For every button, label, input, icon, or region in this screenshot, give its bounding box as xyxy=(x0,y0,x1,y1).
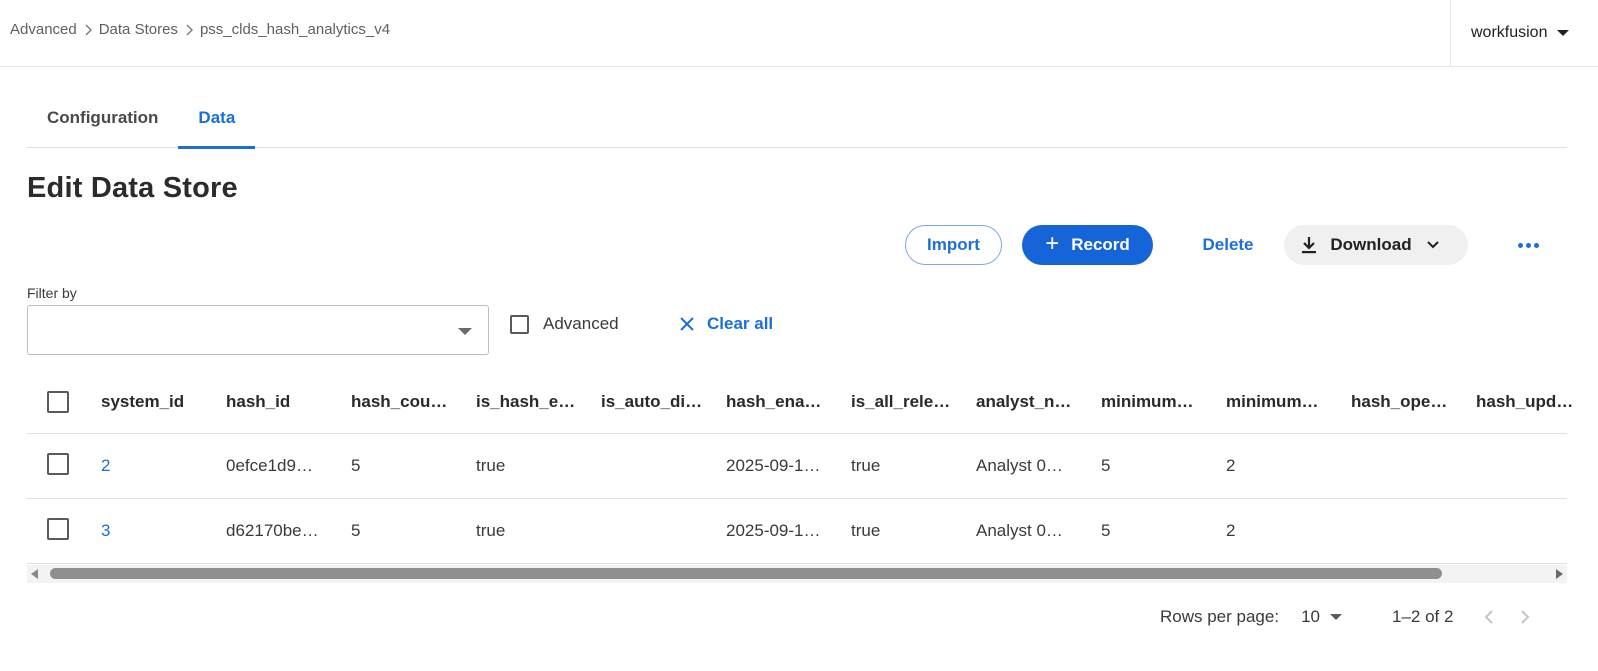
row-checkbox[interactable] xyxy=(27,517,101,545)
tab-data[interactable]: Data xyxy=(178,88,256,149)
filter-select[interactable] xyxy=(27,305,489,355)
column-header[interactable]: is_all_rele… xyxy=(851,370,976,434)
account-menu[interactable]: workfusion xyxy=(1450,0,1598,66)
top-bar: Advanced Data Stores pss_clds_hash_analy… xyxy=(0,0,1598,67)
rows-per-page-label: Rows per page: xyxy=(1160,607,1280,626)
table-cell: 5 xyxy=(1101,456,1111,475)
table-cell-link[interactable]: 3 xyxy=(101,521,226,541)
advanced-checkbox[interactable]: Advanced xyxy=(510,314,619,334)
checkbox-icon xyxy=(47,452,69,475)
table-cell: 5 xyxy=(1101,521,1111,540)
checkbox-icon xyxy=(47,390,69,413)
download-icon xyxy=(1302,237,1317,254)
table-row: 3 d62170be… 5 true 2025-09-1… true Analy… xyxy=(27,499,1567,564)
table-cell: 2025-09-1… xyxy=(726,521,821,540)
scroll-left-arrow-icon[interactable] xyxy=(31,569,38,579)
next-page-button[interactable] xyxy=(1519,609,1531,625)
table-cell: 0efce1d9… xyxy=(226,456,313,475)
table-cell-link[interactable]: 2 xyxy=(101,456,226,476)
table-cell: Analyst 0… xyxy=(976,456,1063,475)
column-header[interactable]: hash_cou… xyxy=(351,370,476,434)
table-cell: true xyxy=(851,456,881,475)
delete-button-label: Delete xyxy=(1202,235,1254,254)
select-all-checkbox[interactable] xyxy=(27,370,101,434)
table-cell: true xyxy=(476,456,506,475)
caret-down-icon xyxy=(1557,30,1570,36)
rows-per-page-value: 10 xyxy=(1301,607,1320,626)
scroll-right-arrow-icon[interactable] xyxy=(1556,569,1563,579)
column-header[interactable]: analyst_n… xyxy=(976,370,1101,434)
table-cell: 2 xyxy=(1226,456,1236,475)
plus-icon: + xyxy=(1045,230,1060,257)
table-row: 2 0efce1d9… 5 true 2025-09-1… true Analy… xyxy=(27,434,1567,499)
table-cell: Analyst 0… xyxy=(976,521,1063,540)
page-range: 1–2 of 2 xyxy=(1392,607,1454,626)
chevron-right-icon xyxy=(178,24,200,36)
caret-down-icon xyxy=(458,328,472,335)
table-cell: 5 xyxy=(351,521,361,540)
tab-configuration[interactable]: Configuration xyxy=(27,88,178,148)
page-title: Edit Data Store xyxy=(27,172,238,204)
account-name: workfusion xyxy=(1471,24,1548,41)
chevron-right-icon xyxy=(1521,610,1530,624)
column-header[interactable]: hash_id xyxy=(226,370,351,434)
table-cell: true xyxy=(476,521,506,540)
previous-page-button[interactable] xyxy=(1483,609,1495,625)
column-header[interactable]: minimum… xyxy=(1101,370,1226,434)
column-header[interactable]: minimum… xyxy=(1226,370,1351,434)
row-checkbox[interactable] xyxy=(27,452,101,480)
column-header[interactable]: system_id xyxy=(101,370,226,434)
table-header-row: system_id hash_id hash_cou… is_hash_e… i… xyxy=(27,370,1573,434)
chevron-left-icon xyxy=(1485,610,1494,624)
download-button[interactable]: Download xyxy=(1284,225,1468,265)
column-header[interactable]: hash_ope… xyxy=(1351,370,1476,434)
clear-all-button[interactable]: Clear all xyxy=(679,314,773,334)
checkbox-icon xyxy=(510,314,529,334)
table-cell: 2025-09-1… xyxy=(726,456,821,475)
checkbox-icon xyxy=(47,517,69,540)
breadcrumb-item-current: pss_clds_hash_analytics_v4 xyxy=(199,21,391,38)
delete-button[interactable]: Delete xyxy=(1180,225,1276,265)
download-button-label: Download xyxy=(1330,235,1412,254)
add-record-button[interactable]: + Record xyxy=(1022,225,1153,265)
breadcrumb: Advanced Data Stores pss_clds_hash_analy… xyxy=(10,21,390,38)
close-icon xyxy=(680,317,694,331)
horizontal-scrollbar[interactable] xyxy=(27,565,1567,583)
column-header[interactable]: is_auto_di… xyxy=(601,370,726,434)
table-cell: 5 xyxy=(351,456,361,475)
scrollbar-thumb[interactable] xyxy=(50,568,1442,579)
filter-label: Filter by xyxy=(27,285,77,301)
chevron-down-icon xyxy=(1426,241,1439,249)
chevron-right-icon xyxy=(77,24,99,36)
caret-down-icon xyxy=(1330,614,1342,620)
table-cell: d62170be… xyxy=(226,521,319,540)
column-header[interactable]: hash_ena… xyxy=(726,370,851,434)
more-dots-icon xyxy=(1517,242,1539,248)
tab-bar: Configuration Data xyxy=(27,88,1567,149)
column-header[interactable]: is_hash_e… xyxy=(476,370,601,434)
import-button[interactable]: Import xyxy=(905,225,1002,265)
rows-per-page-select[interactable]: 10 xyxy=(1301,607,1342,627)
clear-all-label: Clear all xyxy=(707,314,774,333)
breadcrumb-item-data-stores[interactable]: Data Stores xyxy=(99,21,178,38)
data-table: system_id hash_id hash_cou… is_hash_e… i… xyxy=(27,370,1573,564)
table-cell: true xyxy=(851,521,881,540)
table-cell: 2 xyxy=(1226,521,1236,540)
column-header[interactable]: hash_upd… xyxy=(1476,370,1586,434)
record-button-label: Record xyxy=(1071,235,1130,254)
import-button-label: Import xyxy=(927,235,980,254)
advanced-label: Advanced xyxy=(543,314,619,333)
more-options-button[interactable] xyxy=(1504,225,1552,265)
breadcrumb-item-advanced[interactable]: Advanced xyxy=(10,21,77,38)
pagination: Rows per page: 10 1–2 of 2 xyxy=(1160,605,1531,629)
